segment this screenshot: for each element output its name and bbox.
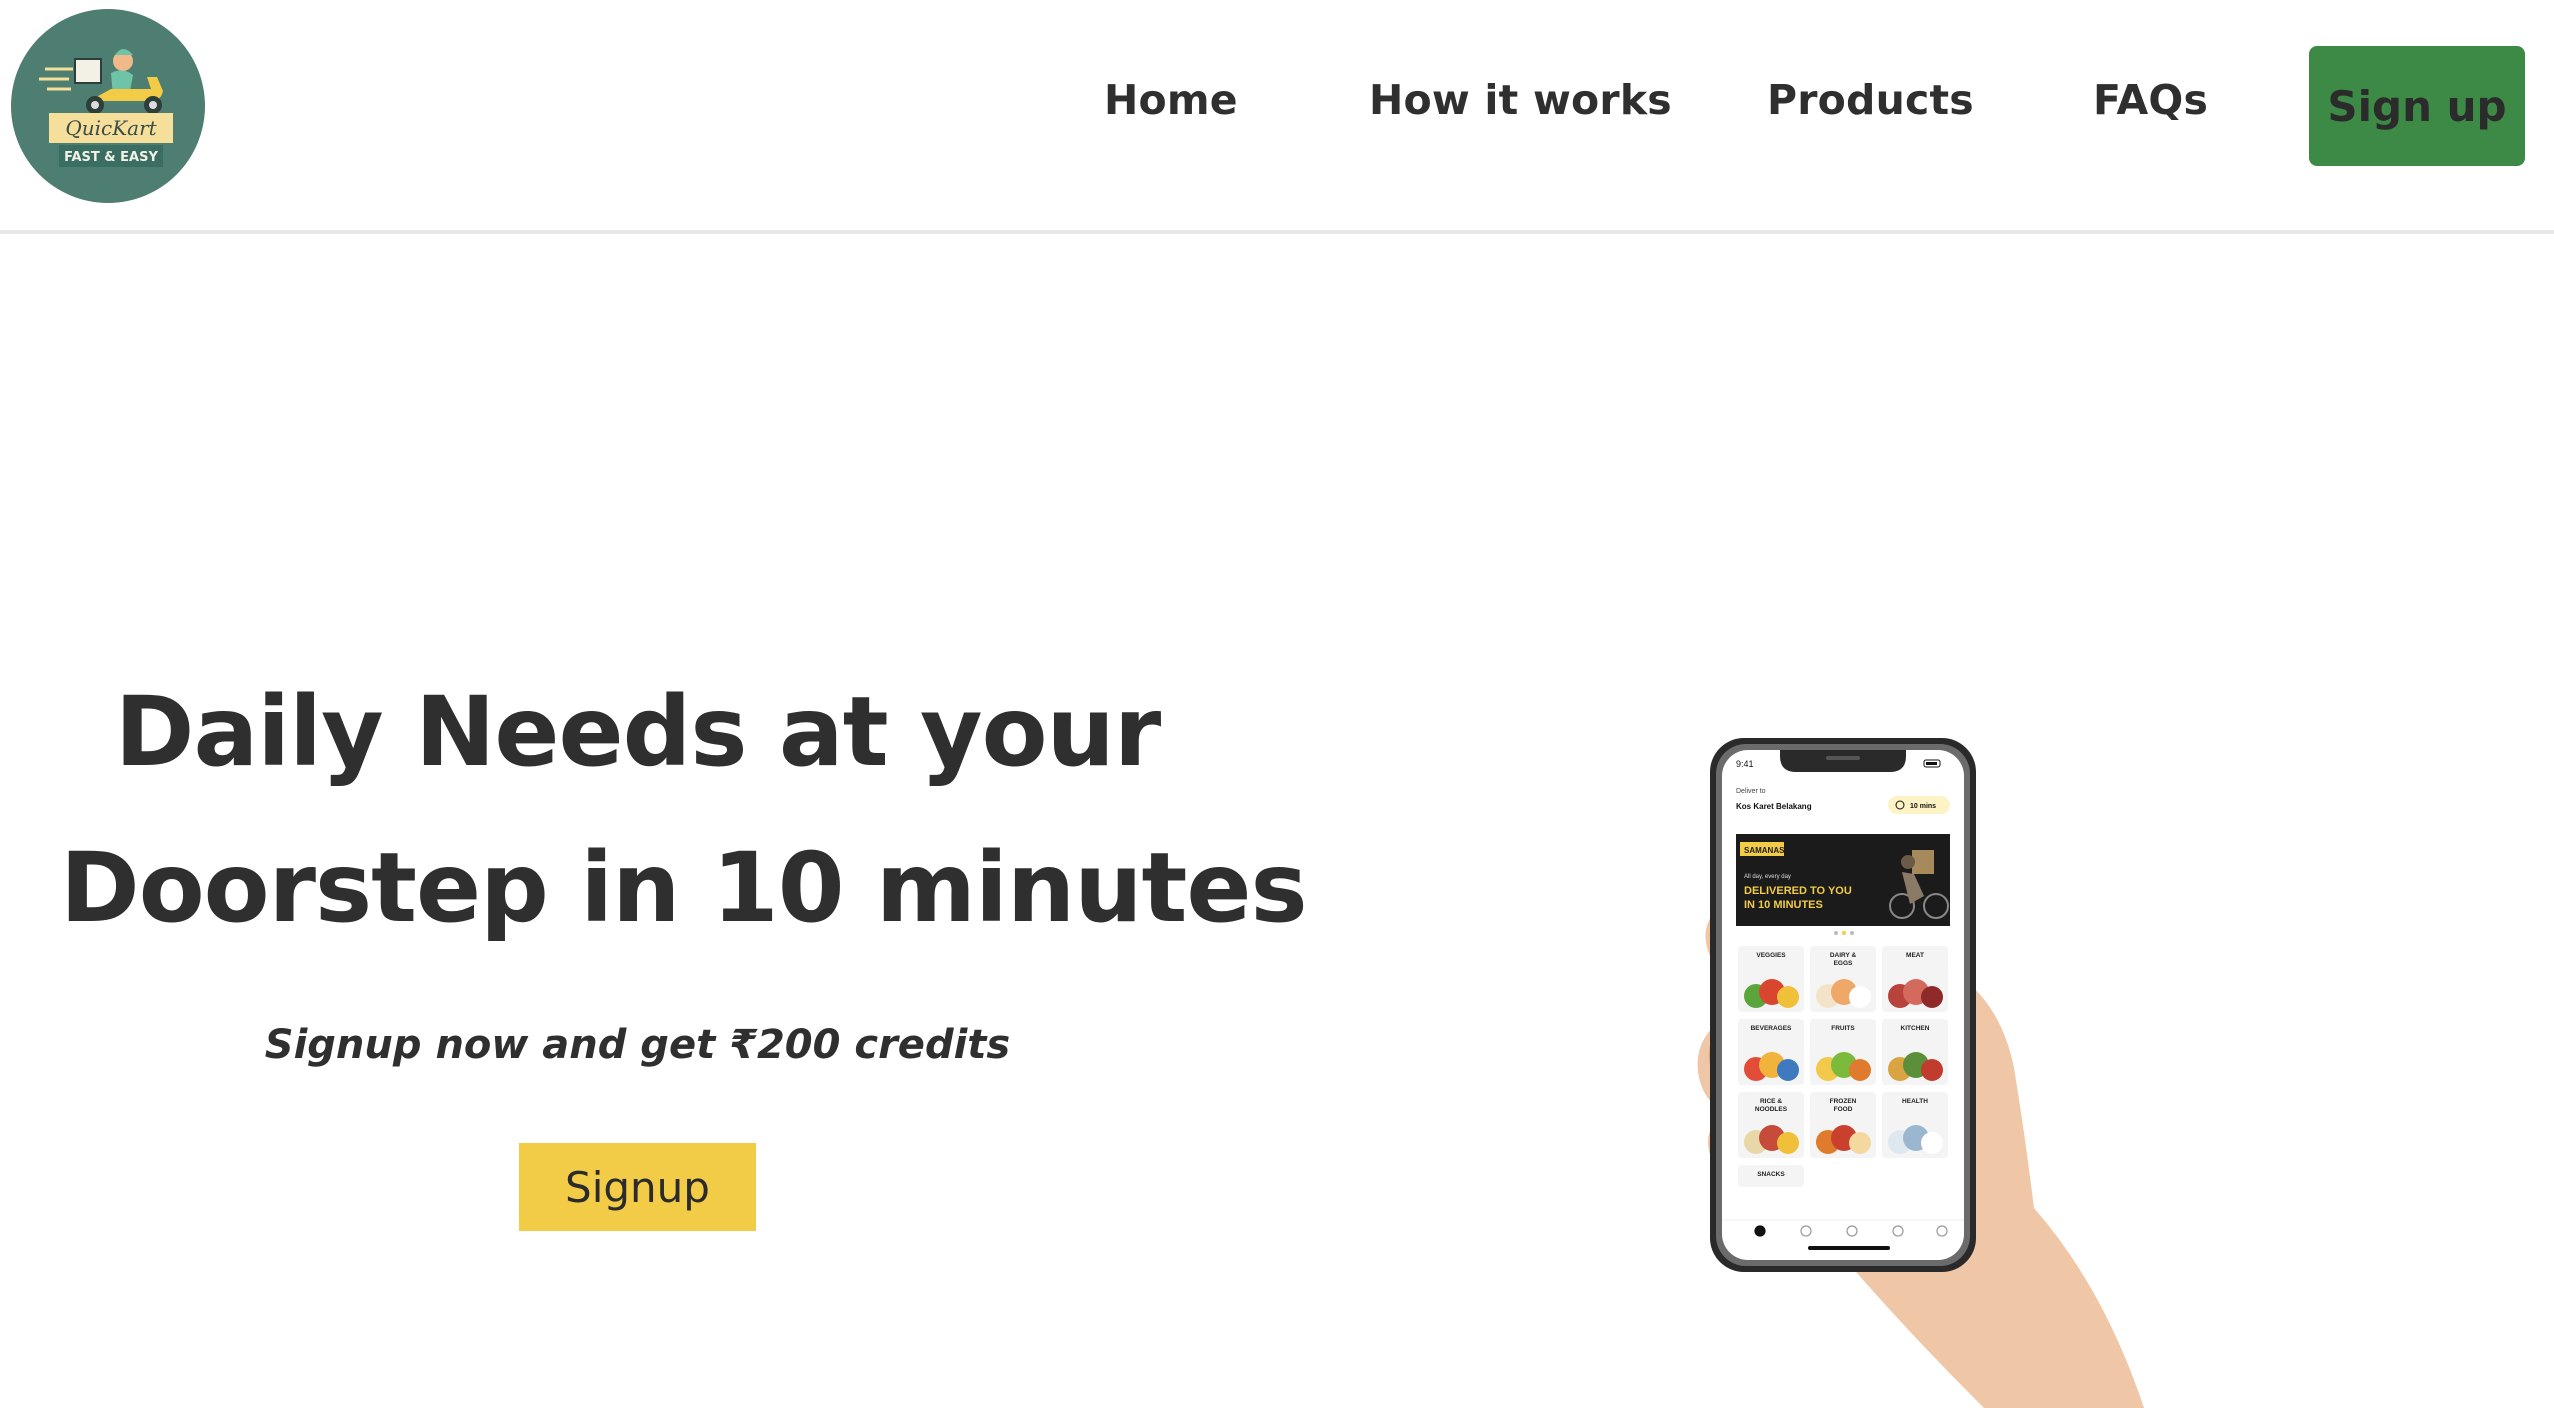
- phone-category-label: FRUITS: [1831, 1025, 1855, 1032]
- logo-brand-name: QuicKart: [65, 116, 157, 140]
- phone-address: Kos Karet Belakang: [1736, 802, 1812, 811]
- header-signup-button[interactable]: Sign up: [2309, 46, 2525, 166]
- phone-category-product-image: [1777, 986, 1799, 1008]
- phone-category-label: RICE &: [1760, 1098, 1782, 1105]
- phone-category-label-line-2: FOOD: [1834, 1106, 1853, 1113]
- phone-status-time: 9:41: [1736, 759, 1754, 769]
- phone-category-product-image: [1777, 1059, 1799, 1081]
- phone-category-label: BEVERAGES: [1751, 1025, 1792, 1032]
- nav-how-it-works-link[interactable]: How it works: [1369, 76, 1672, 124]
- phone-category-product-image: [1777, 1132, 1799, 1154]
- site-header: QuicKart FAST & EASY Home How it works P…: [0, 0, 2554, 234]
- home-icon[interactable]: [1754, 1225, 1766, 1237]
- phone-category-tile[interactable]: BEVERAGES: [1738, 1019, 1804, 1085]
- phone-category-label: KITCHEN: [1901, 1025, 1930, 1032]
- delivery-scooter-icon: QuicKart FAST & EASY: [39, 49, 173, 167]
- phone-category-tile[interactable]: KITCHEN: [1882, 1019, 1948, 1085]
- phone-deliver-to-label: Deliver to: [1736, 788, 1766, 795]
- phone-category-product-image: [1849, 1059, 1871, 1081]
- phone-illustration: 9:41 Deliver to Kos Karet Belakang 10 mi…: [1697, 738, 2144, 1408]
- phone-category-tile[interactable]: FRUITS: [1810, 1019, 1876, 1085]
- phone-category-label: FROZEN: [1830, 1098, 1857, 1105]
- phone-banner-small-text: All day, every day: [1744, 874, 1791, 880]
- phone-category-product-image: [1849, 1132, 1871, 1154]
- nav-home-link[interactable]: Home: [1104, 76, 1238, 124]
- phone-category-tile[interactable]: DAIRY &EGGS: [1810, 946, 1876, 1012]
- phone-in-hand-illustration: 9:41 Deliver to Kos Karet Belakang 10 mi…: [1640, 730, 2160, 1408]
- hero-title: Daily Needs at your Doorstep in 10 minut…: [60, 654, 1308, 966]
- nav-products-link[interactable]: Products: [1767, 76, 1974, 124]
- phone-category-tile[interactable]: FROZENFOOD: [1810, 1092, 1876, 1158]
- quickart-logo[interactable]: QuicKart FAST & EASY: [11, 9, 205, 203]
- hero-title-line-2: Doorstep in 10 minutes: [60, 832, 1308, 944]
- phone-category-label-line-2: EGGS: [1834, 960, 1853, 967]
- nav-faqs-link[interactable]: FAQs: [2093, 76, 2208, 124]
- hero-title-line-1: Daily Needs at your: [114, 676, 1161, 788]
- phone-banner-line-2: IN 10 MINUTES: [1744, 899, 1823, 911]
- phone-category-product-image: [1849, 986, 1871, 1008]
- phone-category-label: SNACKS: [1757, 1171, 1785, 1178]
- phone-eta-badge: 10 mins: [1910, 803, 1936, 810]
- phone-category-product-image: [1921, 1059, 1943, 1081]
- phone-banner-tag: SAMANAS: [1744, 846, 1785, 855]
- phone-category-label: MEAT: [1906, 952, 1924, 959]
- phone-category-tile[interactable]: HEALTH: [1882, 1092, 1948, 1158]
- phone-category-label: DAIRY &: [1830, 952, 1857, 959]
- phone-category-label: VEGGIES: [1756, 952, 1786, 959]
- phone-category-tile[interactable]: VEGGIES: [1738, 946, 1804, 1012]
- phone-category-label: HEALTH: [1902, 1098, 1928, 1105]
- logo-tagline: FAST & EASY: [64, 150, 158, 165]
- phone-category-product-image: [1921, 1132, 1943, 1154]
- phone-category-product-image: [1921, 986, 1943, 1008]
- hero-signup-button[interactable]: Signup: [519, 1143, 756, 1231]
- phone-category-tile[interactable]: MEAT: [1882, 946, 1948, 1012]
- phone-category-label-line-2: NOODLES: [1755, 1106, 1788, 1113]
- phone-category-tile[interactable]: SNACKS: [1738, 1165, 1804, 1187]
- phone-category-grid: VEGGIES DAIRY &EGGS MEAT BEVERAGES FRUITS KIT…: [1738, 946, 1948, 1187]
- phone-banner-line-1: DELIVERED TO YOU: [1744, 885, 1852, 897]
- hero-subtitle: Signup now and get ₹200 credits: [264, 1022, 1011, 1068]
- phone-category-tile[interactable]: RICE &NOODLES: [1738, 1092, 1804, 1158]
